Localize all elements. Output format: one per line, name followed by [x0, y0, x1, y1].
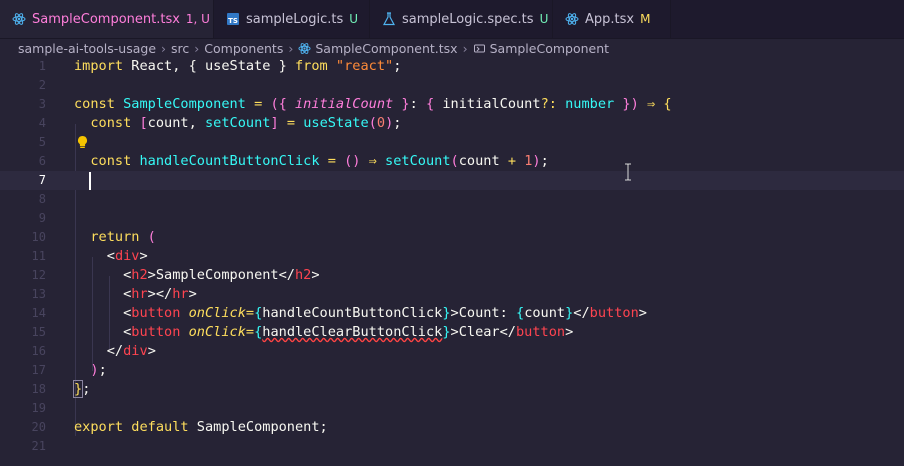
code-line: 21 — [0, 437, 904, 456]
tab-samplelogic-spec-ts[interactable]: sampleLogic.spec.ts U — [370, 0, 553, 38]
line-number: 7 — [38, 173, 46, 187]
code-text: </div> — [106, 343, 156, 359]
code-text: }; — [72, 380, 91, 398]
breadcrumb-item[interactable]: SampleComponent.tsx — [315, 41, 457, 56]
line-number: 3 — [38, 97, 46, 111]
line-number: 13 — [31, 287, 46, 301]
code-line: 14 <button onClick={handleCountButtonCli… — [0, 304, 904, 323]
code-line: 2 — [0, 76, 904, 95]
code-text: const SampleComponent = ({ initialCount … — [74, 96, 672, 112]
code-line: 18}; — [0, 380, 904, 399]
tab-label: SampleComponent.tsx — [32, 11, 180, 27]
tab-status: 1, U — [185, 12, 210, 26]
chevron-right-icon: › — [288, 40, 294, 56]
symbol-variable-icon — [473, 42, 486, 55]
code-text: export default SampleComponent; — [74, 419, 328, 435]
line-number: 19 — [31, 401, 46, 415]
breadcrumb-item[interactable]: sample-ai-tools-usage — [18, 41, 156, 56]
code-line: 16 </div> — [0, 342, 904, 361]
lightbulb-icon[interactable] — [76, 135, 89, 150]
line-number: 8 — [38, 192, 46, 206]
line-number: 1 — [38, 59, 46, 73]
code-text: const handleCountButtonClick = () ⇒ setC… — [90, 153, 549, 169]
code-line: 3 const SampleComponent = ({ initialCount… — [0, 95, 904, 114]
code-text: const [count, setCount] = useState(0); — [90, 115, 402, 131]
code-text: return ( — [90, 229, 156, 245]
react-icon — [565, 12, 579, 26]
breadcrumb-item[interactable]: Components — [204, 41, 283, 56]
breadcrumb: sample-ai-tools-usage › src › Components… — [0, 39, 904, 57]
code-text: <button onClick={handleCountButtonClick}… — [123, 305, 647, 321]
code-line: 10 return ( — [0, 228, 904, 247]
editor-tab-bar: SampleComponent.tsx 1, U TS sampleLogic.… — [0, 0, 904, 39]
ibeam-cursor-icon — [625, 163, 631, 181]
code-line: 11 <div> — [0, 247, 904, 266]
tab-app-tsx[interactable]: App.tsx M — [553, 0, 671, 38]
breadcrumb-item[interactable]: src — [171, 41, 189, 56]
line-number: 4 — [38, 116, 46, 130]
code-text: <h2>SampleComponent</h2> — [123, 267, 320, 283]
code-line: 9 — [0, 209, 904, 228]
line-number: 16 — [31, 344, 46, 358]
line-number: 15 — [31, 325, 46, 339]
flask-icon — [382, 12, 396, 26]
line-number: 14 — [31, 306, 46, 320]
svg-text:TS: TS — [228, 17, 238, 25]
tab-samplelogic-ts[interactable]: TS sampleLogic.ts U — [214, 0, 370, 38]
tab-label: App.tsx — [585, 11, 635, 27]
breadcrumb-item[interactable]: SampleComponent — [490, 41, 609, 56]
line-number: 10 — [31, 230, 46, 244]
line-number: 6 — [38, 154, 46, 168]
line-number: 9 — [38, 211, 46, 225]
line-number: 2 — [38, 78, 46, 92]
code-line: 19 — [0, 399, 904, 418]
code-line: 20 export default SampleComponent; — [0, 418, 904, 437]
code-line: 17 ); — [0, 361, 904, 380]
line-number: 18 — [31, 382, 46, 396]
chevron-right-icon: › — [194, 40, 200, 56]
line-number: 5 — [38, 135, 46, 149]
code-text: <hr></hr> — [123, 286, 197, 302]
code-line: 15 <button onClick={handleClearButtonCli… — [0, 323, 904, 342]
tab-label: sampleLogic.ts — [246, 11, 344, 27]
code-line: 4 const [count, setCount] = useState(0); — [0, 114, 904, 133]
code-line: 5 — [0, 133, 904, 152]
line-number: 11 — [31, 249, 46, 263]
line-number: 21 — [31, 439, 46, 453]
text-cursor — [89, 172, 91, 190]
line-number: 12 — [31, 268, 46, 282]
code-line: 8 — [0, 190, 904, 209]
react-icon — [298, 42, 311, 55]
code-line: 13 <hr></hr> — [0, 285, 904, 304]
tab-samplecomponent-tsx[interactable]: SampleComponent.tsx 1, U — [0, 0, 214, 38]
line-number: 17 — [31, 363, 46, 377]
typescript-icon: TS — [226, 12, 240, 26]
code-editor[interactable]: 1 import React, { useState } from "react"… — [0, 57, 904, 466]
tab-label: sampleLogic.spec.ts — [402, 11, 534, 27]
chevron-right-icon: › — [161, 40, 167, 56]
code-text: import React, { useState } from "react"; — [74, 58, 402, 74]
code-line: 12 <h2>SampleComponent</h2> — [0, 266, 904, 285]
code-text: ); — [90, 362, 107, 378]
line-number: 20 — [31, 420, 46, 434]
tab-status: U — [349, 12, 359, 26]
code-text: <button onClick={handleClearButtonClick}… — [123, 324, 574, 340]
code-line-current: 7 — [0, 171, 904, 190]
code-line: 6 const handleCountButtonClick = () ⇒ se… — [0, 152, 904, 171]
react-icon — [12, 12, 26, 26]
tab-status: M — [640, 12, 651, 26]
code-line: 1 import React, { useState } from "react"… — [0, 57, 904, 76]
code-text: <div> — [106, 248, 148, 264]
tab-status: U — [539, 12, 549, 26]
chevron-right-icon: › — [462, 40, 468, 56]
